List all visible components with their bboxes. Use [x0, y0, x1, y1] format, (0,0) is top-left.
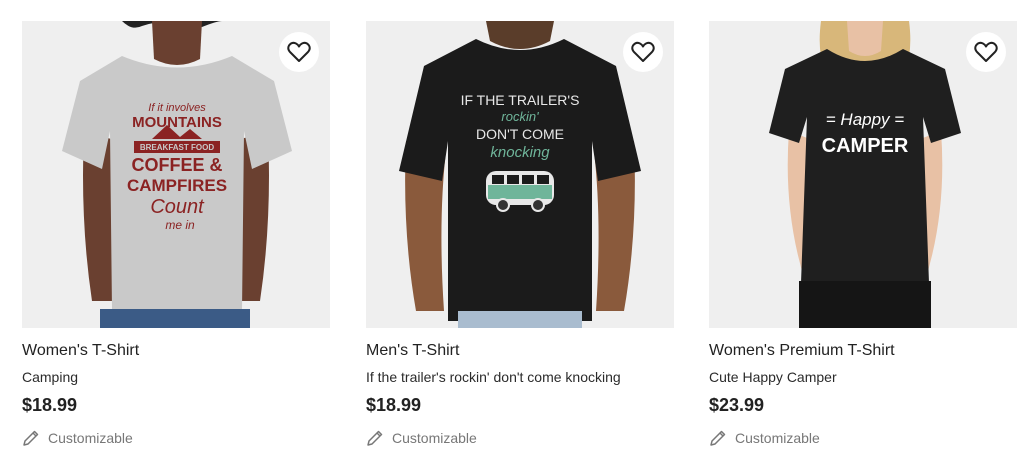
customizable-label[interactable]: Customizable	[22, 428, 330, 448]
pencil-icon	[23, 430, 39, 446]
product-image[interactable]: If it involves MOUNTAINS BREAKFAST FOOD …	[22, 21, 330, 328]
product-image[interactable]: = Happy = CAMPER	[709, 21, 1017, 328]
print-line: CAMPFIRES	[127, 176, 227, 195]
customizable-label[interactable]: Customizable	[709, 428, 1017, 448]
pencil-icon	[710, 430, 726, 446]
print-line: MOUNTAINS	[132, 114, 222, 131]
customizable-text: Customizable	[48, 430, 133, 446]
favorite-button[interactable]	[966, 32, 1006, 72]
customizable-text: Customizable	[735, 430, 820, 446]
product-price: $18.99	[22, 395, 78, 415]
womens-tshirt-illustration: If it involves MOUNTAINS BREAKFAST FOOD …	[22, 21, 330, 328]
heart-icon	[974, 41, 998, 62]
print-line: DON'T COME	[476, 126, 564, 142]
pencil-icon	[367, 430, 383, 446]
print-line: me in	[165, 218, 195, 232]
product-card-womens-camping[interactable]: If it involves MOUNTAINS BREAKFAST FOOD …	[22, 21, 330, 448]
product-price: $18.99	[366, 395, 422, 415]
product-card-womens-happy-camper[interactable]: = Happy = CAMPER Women's Premium T-Shirt…	[709, 21, 1017, 448]
print-line: rockin'	[501, 109, 539, 124]
product-price: $23.99	[709, 395, 765, 415]
mens-tshirt-illustration: IF THE TRAILER'S rockin' DON'T COME knoc…	[366, 21, 674, 328]
customizable-label[interactable]: Customizable	[366, 428, 674, 448]
print-line: = Happy =	[826, 110, 905, 129]
heart-icon	[287, 41, 311, 62]
print-line: BREAKFAST FOOD	[140, 143, 214, 152]
product-name[interactable]: Camping	[22, 368, 330, 386]
product-image[interactable]: IF THE TRAILER'S rockin' DON'T COME knoc…	[366, 21, 674, 328]
product-card-mens-trailer[interactable]: IF THE TRAILER'S rockin' DON'T COME knoc…	[366, 21, 674, 448]
print-line: Count	[150, 196, 205, 218]
product-name[interactable]: Cute Happy Camper	[709, 368, 1017, 386]
favorite-button[interactable]	[279, 32, 319, 72]
heart-icon	[631, 41, 655, 62]
product-type[interactable]: Women's T-Shirt	[22, 341, 330, 361]
product-type[interactable]: Women's Premium T-Shirt	[709, 341, 1017, 361]
customizable-text: Customizable	[392, 430, 477, 446]
print-line: knocking	[490, 144, 550, 161]
print-line: IF THE TRAILER'S	[461, 92, 580, 108]
womens-premium-tshirt-illustration: = Happy = CAMPER	[709, 21, 1017, 328]
print-line: CAMPER	[822, 135, 909, 157]
product-grid: If it involves MOUNTAINS BREAKFAST FOOD …	[0, 0, 1024, 463]
print-line: If it involves	[148, 102, 206, 114]
product-name[interactable]: If the trailer's rockin' don't come knoc…	[366, 368, 674, 386]
product-type[interactable]: Men's T-Shirt	[366, 341, 674, 361]
print-line: COFFEE &	[131, 155, 222, 175]
favorite-button[interactable]	[623, 32, 663, 72]
